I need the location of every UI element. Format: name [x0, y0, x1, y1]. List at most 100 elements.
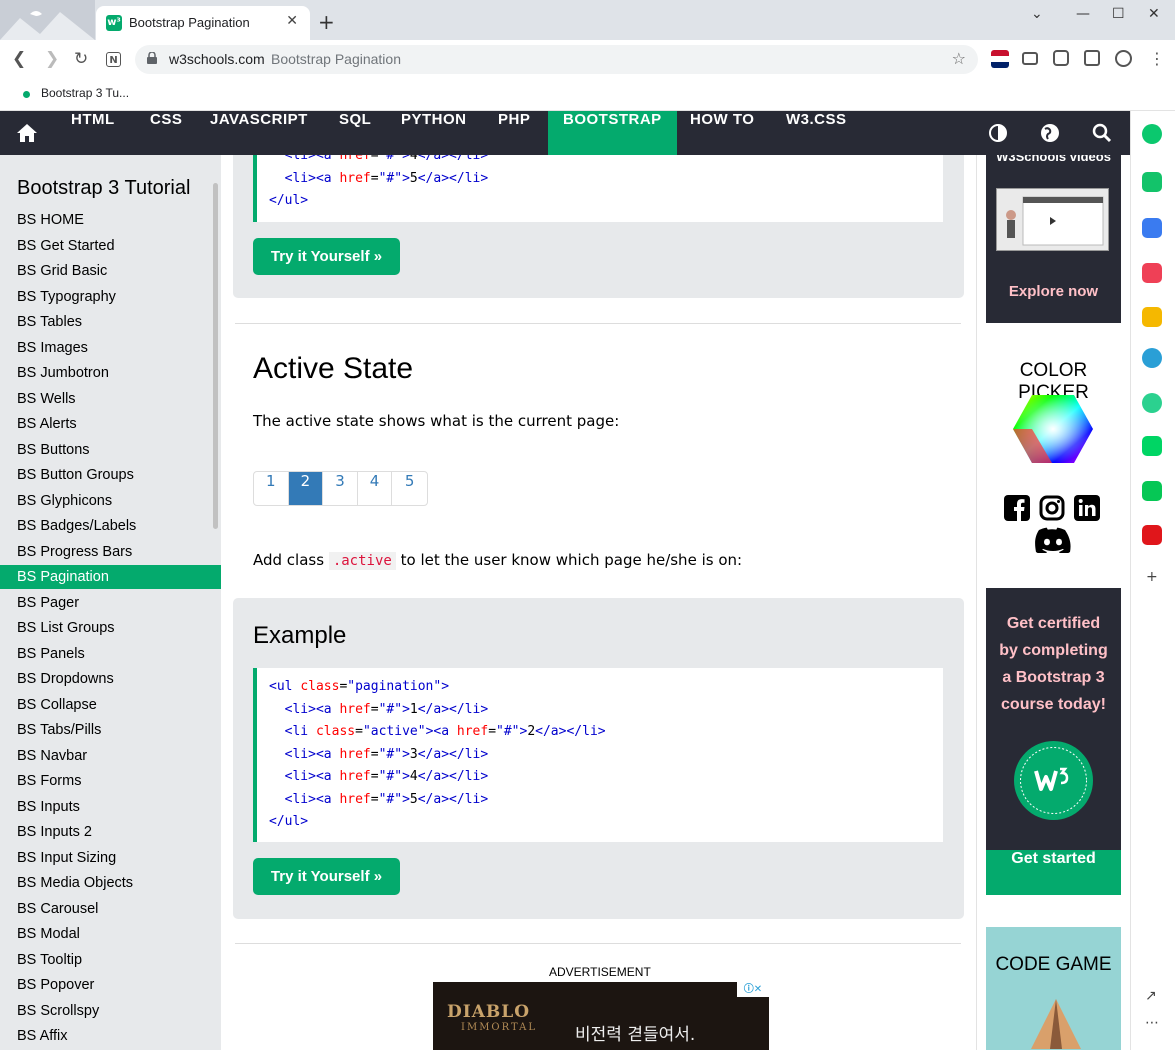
- sidebar-link[interactable]: BS Carousel: [0, 897, 221, 921]
- nav-howto[interactable]: HOW TO: [690, 111, 754, 155]
- sidebar-link[interactable]: BS Inputs: [0, 795, 221, 819]
- sidebar-toggle-icon[interactable]: [1084, 50, 1100, 66]
- address-bar[interactable]: w3schools.com Bootstrap Pagination ☆: [135, 45, 978, 74]
- explore-now-link[interactable]: Explore now: [986, 283, 1121, 300]
- profile-icon[interactable]: [1115, 50, 1132, 67]
- color-picker-hexagon-icon[interactable]: [1012, 393, 1094, 465]
- sidebar-link[interactable]: BS Forms: [0, 769, 221, 793]
- theme-toggle-icon[interactable]: [988, 123, 1008, 143]
- nav-html[interactable]: HTML: [71, 111, 115, 155]
- play-icon[interactable]: [1142, 393, 1162, 413]
- maximize-button[interactable]: ☐: [1112, 6, 1125, 22]
- back-icon[interactable]: ❮: [12, 49, 26, 69]
- tab-search-icon[interactable]: ⌄: [1031, 6, 1043, 22]
- sidebar-link[interactable]: BS Tables: [0, 310, 221, 334]
- pocket-icon[interactable]: [1142, 263, 1162, 283]
- close-window-button[interactable]: ✕: [1148, 6, 1160, 22]
- line-icon[interactable]: [1142, 481, 1162, 501]
- search-icon[interactable]: [1092, 123, 1112, 143]
- divider-2: [235, 943, 961, 944]
- tools-icon[interactable]: [1142, 218, 1162, 238]
- sidebar-link[interactable]: BS Affix: [0, 1024, 221, 1048]
- sidebar-link[interactable]: BS Scrollspy: [0, 999, 221, 1023]
- get-started-button[interactable]: Get started: [986, 850, 1121, 895]
- code-game-promo[interactable]: CODE GAME: [986, 927, 1121, 1050]
- nav-w3css[interactable]: W3.CSS: [786, 111, 847, 155]
- nav-bootstrap[interactable]: BOOTSTRAP: [548, 111, 677, 155]
- favorites-icon[interactable]: [1142, 307, 1162, 327]
- tab-close-icon[interactable]: ✕: [286, 13, 298, 29]
- sidebar-link[interactable]: BS Progress Bars: [0, 540, 221, 564]
- globe-icon[interactable]: [1040, 123, 1060, 143]
- page-link-2[interactable]: 2: [288, 472, 324, 505]
- ad-info-close-icon[interactable]: ⓘ✕: [737, 982, 769, 997]
- reader-icon[interactable]: N: [106, 52, 121, 67]
- notification-icon[interactable]: [1142, 172, 1162, 192]
- add-icon[interactable]: +: [1146, 569, 1158, 585]
- screenshot-icon[interactable]: [1053, 50, 1069, 66]
- minimize-button[interactable]: —: [1076, 6, 1090, 22]
- nav-javascript[interactable]: JAVASCRIPT: [210, 111, 308, 155]
- bookmark-item[interactable]: Bootstrap 3 Tu...: [41, 86, 129, 100]
- sidebar-link[interactable]: BS Panels: [0, 642, 221, 666]
- page-link-3[interactable]: 3: [323, 472, 358, 505]
- nav-sql[interactable]: SQL: [339, 111, 371, 155]
- videos-promo[interactable]: W3Schools videos Explore now: [986, 155, 1121, 323]
- facebook-icon[interactable]: [1004, 495, 1030, 521]
- sidebar-link[interactable]: BS Alerts: [0, 412, 221, 436]
- nav-php[interactable]: PHP: [498, 111, 530, 155]
- code-game-title: CODE GAME: [995, 954, 1112, 975]
- sidebar-link[interactable]: BS Typography: [0, 285, 221, 309]
- sidebar-link[interactable]: BS Media Objects: [0, 871, 221, 895]
- nav-css[interactable]: CSS: [150, 111, 182, 155]
- bookmark-star-icon[interactable]: ☆: [952, 49, 966, 68]
- sidebar-link[interactable]: BS HOME: [0, 208, 221, 232]
- home-icon[interactable]: [16, 123, 38, 143]
- sidebar-link[interactable]: BS Grid Basic: [0, 259, 221, 283]
- sidebar-link[interactable]: BS Collapse: [0, 693, 221, 717]
- try-it-yourself-button-2[interactable]: Try it Yourself »: [253, 858, 400, 895]
- nav-python[interactable]: PYTHON: [401, 111, 467, 155]
- sidebar-link[interactable]: BS Inputs 2: [0, 820, 221, 844]
- sidebar-link[interactable]: BS Input Sizing: [0, 846, 221, 870]
- sidebar-link[interactable]: BS Jumbotron: [0, 361, 221, 385]
- page-link-5[interactable]: 5: [392, 472, 427, 505]
- sidebar-link[interactable]: BS Tooltip: [0, 948, 221, 972]
- advertisement-banner[interactable]: DIABLO IMMORTAL 비전력 겯들여서. ⓘ✕: [433, 982, 769, 1050]
- open-external-icon[interactable]: ↗: [1145, 988, 1157, 1004]
- sidebar-link[interactable]: BS Images: [0, 336, 221, 360]
- sidebar-link[interactable]: BS Buttons: [0, 438, 221, 462]
- sidebar-link[interactable]: BS Popover: [0, 973, 221, 997]
- try-it-yourself-button[interactable]: Try it Yourself »: [253, 238, 400, 275]
- now-icon[interactable]: [1142, 525, 1162, 545]
- media-icon[interactable]: [1022, 52, 1038, 65]
- sidebar-link[interactable]: BS List Groups: [0, 616, 221, 640]
- discord-icon[interactable]: [1035, 527, 1071, 553]
- instagram-icon[interactable]: [1039, 495, 1065, 521]
- games-icon[interactable]: [1142, 348, 1162, 368]
- more-menu-icon[interactable]: ⋮: [1149, 49, 1165, 68]
- sidebar-link[interactable]: BS Tabs/Pills: [0, 718, 221, 742]
- active-tab[interactable]: w³ Bootstrap Pagination ✕: [96, 6, 310, 40]
- sidebar-link[interactable]: BS Button Groups: [0, 463, 221, 487]
- sidebar-link[interactable]: BS Get Started: [0, 234, 221, 258]
- more-icon[interactable]: ⋯: [1145, 1015, 1159, 1031]
- page-link-4[interactable]: 4: [358, 472, 393, 505]
- copilot-icon[interactable]: [1142, 124, 1162, 144]
- webtoon-icon[interactable]: [1142, 436, 1162, 456]
- sidebar-link[interactable]: BS Pager: [0, 591, 221, 615]
- sidebar-link[interactable]: BS Badges/Labels: [0, 514, 221, 538]
- sidebar-link[interactable]: BS Dropdowns: [0, 667, 221, 691]
- sidebar-link[interactable]: BS Pagination: [0, 565, 221, 589]
- certification-promo[interactable]: Get certified by completing a Bootstrap …: [986, 588, 1121, 895]
- forward-icon[interactable]: ❯: [45, 49, 59, 69]
- flag-extension-icon[interactable]: [991, 50, 1009, 68]
- linkedin-icon[interactable]: [1074, 495, 1100, 521]
- sidebar-link[interactable]: BS Glyphicons: [0, 489, 221, 513]
- new-tab-button[interactable]: +: [318, 12, 335, 32]
- page-link-1[interactable]: 1: [254, 472, 289, 505]
- sidebar-link[interactable]: BS Modal: [0, 922, 221, 946]
- sidebar-link[interactable]: BS Wells: [0, 387, 221, 411]
- reload-icon[interactable]: ↻: [74, 49, 88, 69]
- sidebar-link[interactable]: BS Navbar: [0, 744, 221, 768]
